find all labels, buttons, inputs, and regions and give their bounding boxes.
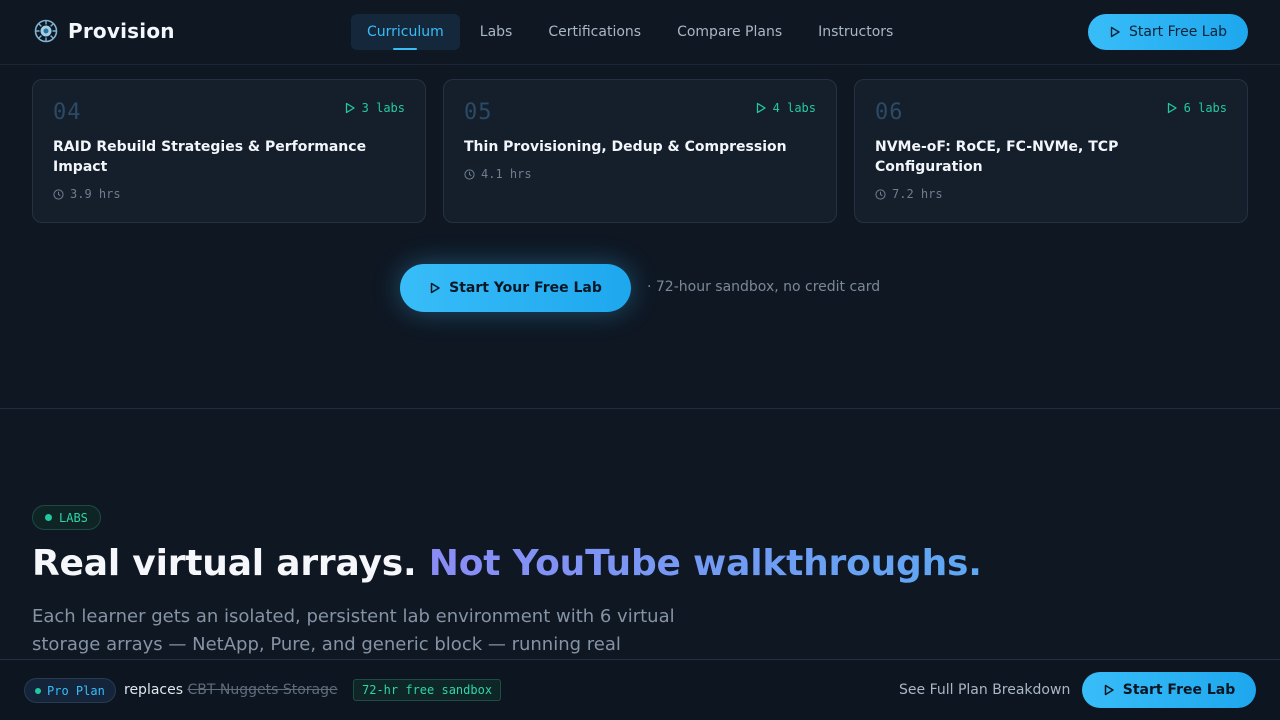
nav-link-instructors[interactable]: Instructors [802, 14, 909, 50]
module-lab-count: 3 labs [344, 101, 405, 115]
sandbox-tag: 72-hr free sandbox [353, 679, 502, 701]
sticky-start-free-lab-button[interactable]: Start Free Lab [1082, 672, 1256, 708]
sticky-cta-label: Start Free Lab [1122, 682, 1236, 698]
module-title: Thin Provisioning, Dedup & Compression [464, 139, 787, 155]
brand-name: Provision [68, 19, 175, 43]
play-icon [430, 282, 440, 294]
nav-cta-label: Start Free Lab [1128, 24, 1228, 40]
module-cards: 04 3 labs RAID Rebuild Strategies & Perf… [32, 79, 1248, 223]
replaces-label: replaces [124, 682, 184, 698]
headline-plain: Real virtual arrays. [32, 543, 417, 584]
play-icon [1167, 102, 1177, 114]
play-icon [1104, 684, 1114, 696]
labs-lede: Each learner gets an isolated, persisten… [32, 606, 675, 655]
module-lab-count-label: 6 labs [1183, 101, 1227, 115]
section-badge-label: LABS [59, 510, 88, 525]
primary-nav: Curriculum Labs Certifications Compare P… [351, 14, 909, 50]
module-card[interactable]: 05 4 labs Thin Provisioning, Dedup & Com… [443, 79, 837, 223]
module-duration: 7.2 hrs [875, 187, 1227, 201]
labs-headline: Real virtual arrays. Not YouTube walkthr… [32, 543, 982, 584]
section-badge: LABS [32, 505, 101, 530]
module-duration-label: 4.1 hrs [481, 167, 532, 181]
clock-icon [464, 168, 475, 180]
play-icon [1110, 26, 1120, 38]
module-lab-count-label: 4 labs [772, 101, 816, 115]
module-card[interactable]: 06 6 labs NVMe-oF: RoCE, FC-NVMe, TCP Co… [854, 79, 1248, 223]
nav-link-certifications[interactable]: Certifications [532, 14, 657, 50]
see-full-plan-link[interactable]: See Full Plan Breakdown [899, 682, 1070, 698]
module-duration: 3.9 hrs [53, 187, 405, 201]
module-duration: 4.1 hrs [464, 167, 816, 181]
sandbox-note: · 72-hour sandbox, no credit card [647, 279, 881, 295]
module-title: NVMe-oF: RoCE, FC-NVMe, TCP Configuratio… [875, 139, 1119, 175]
status-dot-icon [45, 514, 52, 521]
nav-link-curriculum[interactable]: Curriculum [351, 14, 460, 50]
start-your-free-lab-button[interactable]: Start Your Free Lab [400, 264, 631, 312]
clock-icon [875, 188, 886, 200]
plan-badge: Pro Plan [24, 678, 116, 703]
brand[interactable]: Provision [34, 19, 175, 43]
mid-cta-label: Start Your Free Lab [449, 280, 602, 296]
nav-start-free-lab-button[interactable]: Start Free Lab [1088, 14, 1248, 50]
sticky-plan-bar: Pro Plan replaces CBT Nuggets Storage 72… [0, 659, 1280, 720]
brand-logo-icon [34, 19, 58, 43]
module-card[interactable]: 04 3 labs RAID Rebuild Strategies & Perf… [32, 79, 426, 223]
module-lab-count: 4 labs [755, 101, 816, 115]
status-dot-icon [35, 687, 41, 694]
module-duration-label: 3.9 hrs [70, 187, 121, 201]
module-duration-label: 7.2 hrs [892, 187, 943, 201]
play-icon [345, 102, 355, 114]
play-icon [756, 102, 766, 114]
section-divider [0, 408, 1280, 409]
module-lab-count: 6 labs [1166, 101, 1227, 115]
module-title: RAID Rebuild Strategies & Performance Im… [53, 139, 367, 175]
clock-icon [53, 188, 64, 200]
nav-link-labs[interactable]: Labs [464, 14, 529, 50]
nav-link-compare-plans[interactable]: Compare Plans [661, 14, 798, 50]
module-lab-count-label: 3 labs [361, 101, 405, 115]
headline-accent: Not YouTube walkthroughs. [428, 543, 982, 584]
replaced-product: CBT Nuggets Storage [187, 682, 338, 698]
plan-badge-label: Pro Plan [47, 683, 105, 698]
top-nav: Provision Curriculum Labs Certifications… [0, 0, 1280, 65]
replaces-text: replaces CBT Nuggets Storage [124, 682, 338, 698]
